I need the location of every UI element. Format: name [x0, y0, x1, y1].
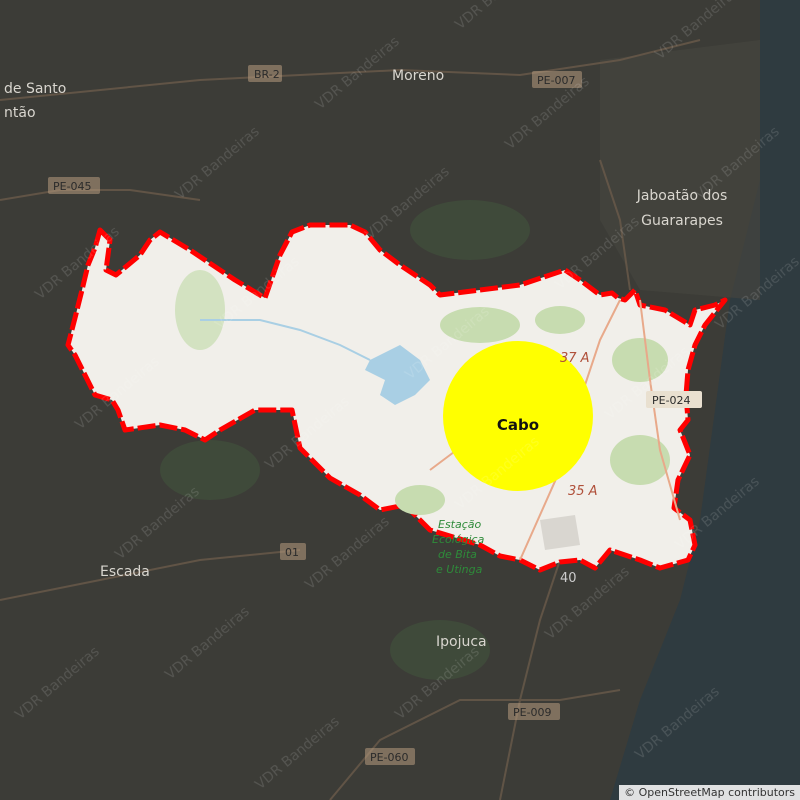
svg-text:PE-060: PE-060 [370, 751, 409, 764]
road-shield-pe009: PE-009 [508, 703, 560, 720]
forest-area [175, 270, 225, 350]
area-label-line-3: de Bita [438, 548, 477, 561]
area-label-line-1: Estação [438, 518, 482, 531]
road-shield-pe060: PE-060 [365, 748, 415, 765]
map-attribution[interactable]: © OpenStreetMap contributors [619, 785, 800, 800]
svg-text:PE-024: PE-024 [652, 394, 691, 407]
road-shield-pe045: PE-045 [48, 177, 100, 194]
road-label-35a: 35 A [568, 484, 598, 499]
road-label-40: 40 [560, 571, 577, 586]
place-moreno: Moreno [392, 68, 444, 84]
road-shield-pe024: PE-024 [646, 391, 702, 408]
place-santo-antao: de Santo [4, 81, 66, 97]
place-escada: Escada [100, 564, 150, 580]
green-patch [160, 440, 260, 500]
green-patch [410, 200, 530, 260]
forest-area [610, 435, 670, 485]
urban-patch [540, 515, 580, 550]
svg-text:PE-009: PE-009 [513, 706, 552, 719]
municipality-label: Cabo [497, 416, 539, 434]
svg-text:PE-045: PE-045 [53, 180, 92, 193]
area-label-line-4: e Utinga [436, 563, 483, 576]
forest-area [395, 485, 445, 515]
place-jaboatao-2: Guararapes [641, 213, 723, 229]
svg-text:01: 01 [285, 546, 299, 559]
road-label-37a: 37 A [560, 351, 590, 366]
place-santo-antao-2: ntão [4, 105, 36, 121]
road-shield-01: 01 [280, 543, 306, 560]
road-shield-br2: BR-2 [248, 65, 282, 82]
svg-text:BR-2: BR-2 [254, 68, 280, 81]
forest-area [535, 306, 585, 334]
area-label-line-2: Ecológica [432, 533, 485, 546]
map-canvas[interactable]: Cabo de Santo ntão Moreno Jaboatão dos G… [0, 0, 800, 800]
place-ipojuca: Ipojuca [436, 634, 487, 650]
